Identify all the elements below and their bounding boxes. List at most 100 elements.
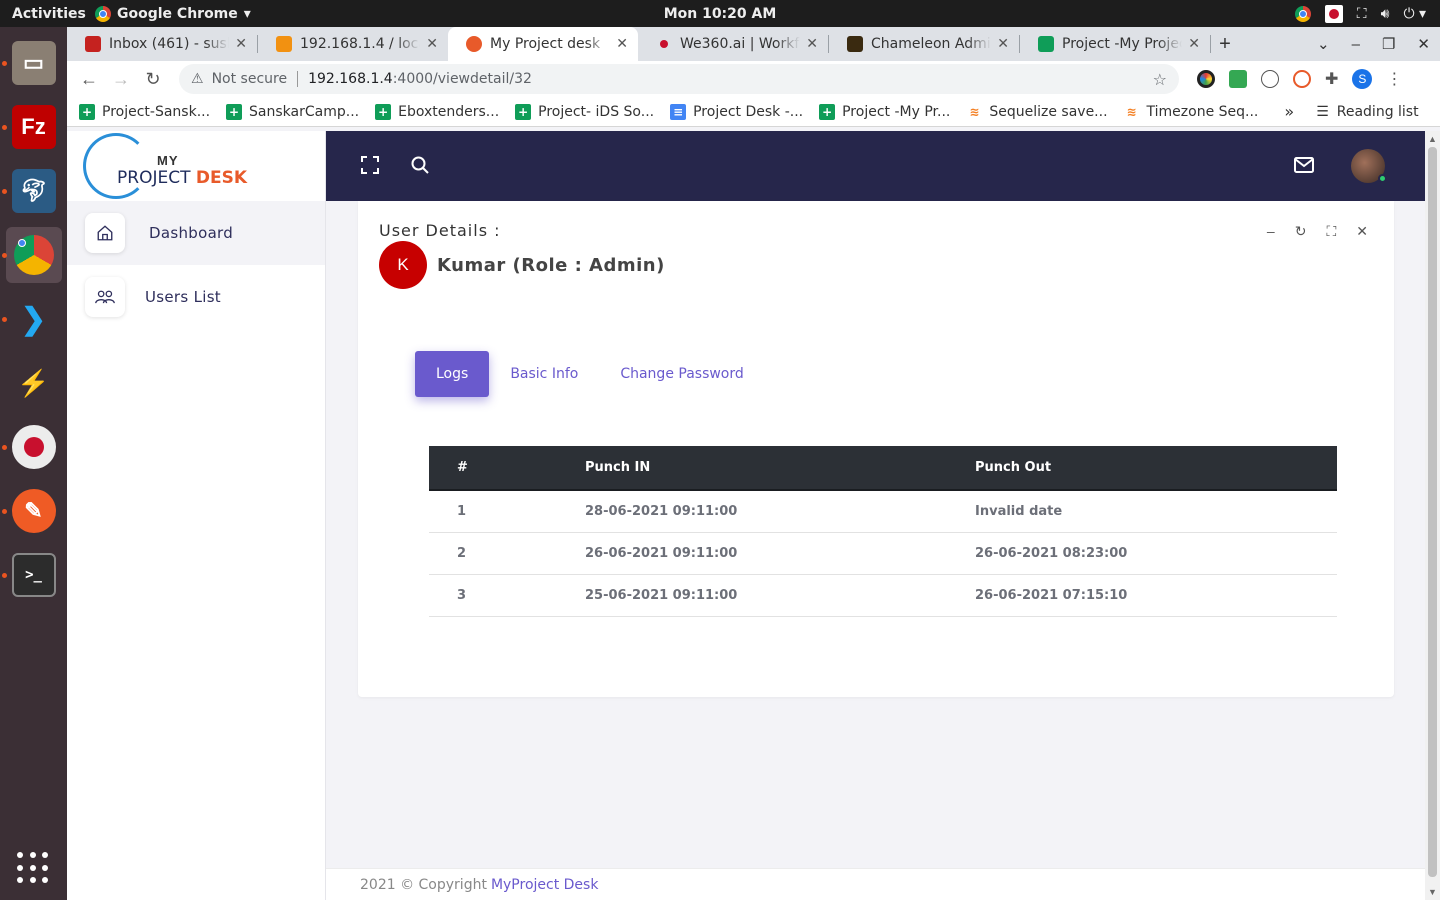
dock: ▭ Fz 🐬︎ ❯ ⚡ ✎ >_ [0, 27, 67, 900]
dock-files[interactable]: ▭ [1, 35, 62, 91]
browser-tab[interactable]: 192.168.1.4 / localh ✕ [258, 27, 448, 61]
browser-tab[interactable]: Inbox (461) - sushil ✕ [67, 27, 257, 61]
menu-kebab-icon[interactable]: ⋮ [1386, 69, 1402, 89]
recorder-tray-icon[interactable] [1324, 4, 1343, 23]
bookmark-item[interactable]: ≡ Project Desk -... [670, 103, 803, 120]
power-icon[interactable]: ⏻ ▾ [1403, 6, 1426, 22]
sidebar-item-label: Users List [145, 288, 221, 306]
header-actions [1293, 149, 1387, 183]
close-window-icon[interactable]: ✕ [1417, 35, 1430, 53]
minimize-card-icon[interactable]: – [1267, 223, 1275, 240]
minimize-icon[interactable]: – [1352, 36, 1360, 53]
close-tab-icon[interactable]: ✕ [997, 36, 1009, 52]
close-tab-icon[interactable]: ✕ [1188, 36, 1200, 52]
browser-tab[interactable]: Chameleon Admin ✕ [829, 27, 1019, 61]
reading-list-button[interactable]: ☰ Reading list [1316, 104, 1418, 120]
security-status[interactable]: Not secure [212, 71, 288, 87]
footer-brand-link[interactable]: MyProject Desk [491, 877, 599, 893]
close-card-icon[interactable]: ✕ [1356, 223, 1368, 240]
scrollbar-thumb[interactable] [1428, 147, 1437, 877]
dock-vscode[interactable]: ❯ [1, 291, 62, 347]
sheets-icon: + [375, 103, 392, 120]
project-desk-icon [466, 36, 482, 52]
bookmark-item[interactable]: + Eboxtenders... [375, 103, 500, 120]
puzzle-extensions-icon[interactable]: ✚ [1325, 69, 1338, 89]
volume-icon[interactable]: 🔊︎ [1381, 6, 1390, 22]
bookmark-star-icon[interactable]: ☆ [1153, 70, 1167, 89]
tab-basic-info[interactable]: Basic Info [489, 351, 599, 397]
refresh-card-icon[interactable]: ↻ [1295, 223, 1307, 240]
reading-list-label: Reading list [1336, 103, 1419, 120]
dock-postman[interactable]: ✎ [1, 483, 62, 539]
bookmark-item[interactable]: ≋ Timezone Seq... [1124, 104, 1259, 120]
url-host: 192.168.1.4 [308, 71, 393, 87]
page-scrollbar[interactable]: ▲ ▼ [1425, 131, 1440, 900]
tab-search-icon[interactable]: ⌄ [1317, 35, 1330, 53]
running-indicator [1, 317, 7, 322]
dock-filezilla[interactable]: Fz [1, 99, 62, 155]
mail-icon[interactable] [1293, 156, 1315, 177]
cell-punch-out: Invalid date [947, 490, 1337, 533]
users-icon [85, 277, 125, 317]
color-picker-extension-icon[interactable] [1197, 70, 1215, 88]
column-header-index: # [429, 446, 557, 491]
fullscreen-icon[interactable] [360, 155, 380, 178]
bookmark-item[interactable]: + SanskarCamp... [226, 103, 359, 120]
activities-button[interactable]: Activities [0, 6, 95, 22]
running-indicator [1, 125, 7, 130]
network-icon[interactable]: ⛶ [1357, 6, 1367, 22]
copyright-text: 2021 © Copyright [360, 876, 487, 893]
dock-recorder[interactable] [1, 419, 62, 475]
close-tab-icon[interactable]: ✕ [806, 36, 818, 52]
chrome-logo [13, 235, 54, 275]
close-tab-icon[interactable]: ✕ [616, 36, 628, 52]
bookmark-item[interactable]: + Project -My Pr... [819, 103, 950, 120]
browser-tab-active[interactable]: My Project desk ✕ [448, 27, 638, 61]
bookmark-label: Eboxtenders... [398, 103, 500, 120]
tab-change-password[interactable]: Change Password [599, 351, 764, 397]
url-path: :4000/viewdetail/32 [392, 71, 532, 87]
reload-icon[interactable]: ↻ [137, 69, 169, 90]
profile-avatar[interactable]: S [1352, 69, 1373, 89]
dock-mysql-workbench[interactable]: 🐬︎ [1, 163, 62, 219]
back-arrow-icon[interactable]: ← [73, 69, 105, 90]
chrome-tray-icon[interactable] [1294, 5, 1311, 22]
dock-chrome[interactable] [1, 227, 62, 283]
bookmark-label: Project-Sansk... [102, 103, 211, 120]
browser-tab[interactable]: We360.ai | Workfo ✕ [638, 27, 828, 61]
bookmark-item[interactable]: + Project-Sansk... [79, 103, 211, 120]
app-menu[interactable]: Google Chrome ▾ [95, 5, 251, 22]
table-row: 3 25-06-2021 09:11:00 26-06-2021 07:15:1… [429, 574, 1337, 617]
json-viewer-extension-icon[interactable] [1261, 70, 1279, 88]
project-extension-icon[interactable] [1293, 70, 1311, 88]
download-extension-icon[interactable] [1229, 70, 1247, 88]
bookmark-item[interactable]: + Project- iDS So... [515, 103, 654, 120]
scroll-up-icon[interactable]: ▲ [1428, 134, 1437, 144]
forward-arrow-icon[interactable]: → [105, 69, 137, 90]
dock-network-tool[interactable]: ⚡ [6, 355, 62, 411]
tab-logs[interactable]: Logs [415, 351, 490, 397]
expand-card-icon[interactable]: ⛶ [1326, 223, 1336, 240]
user-avatar[interactable] [1351, 149, 1387, 183]
sidebar-item-users-list[interactable]: Users List [67, 265, 325, 329]
search-icon[interactable] [410, 155, 430, 178]
sidebar-item-dashboard[interactable]: Dashboard [67, 201, 325, 265]
stackoverflow-icon: ≋ [969, 104, 980, 119]
docs-icon: ≡ [670, 103, 687, 120]
new-tab-button[interactable]: + [1211, 33, 1239, 56]
system-tray[interactable]: ⛶ 🔊︎ ⏻ ▾ [1294, 0, 1426, 27]
show-applications-icon[interactable] [17, 852, 49, 884]
dock-terminal[interactable]: >_ [1, 547, 62, 603]
close-tab-icon[interactable]: ✕ [235, 36, 247, 52]
warning-icon[interactable]: ⚠ [191, 71, 204, 87]
bookmark-item[interactable]: ≋ Sequelize save... [966, 104, 1107, 120]
app-logo[interactable]: MY PROJECT DESK [67, 131, 325, 201]
close-tab-icon[interactable]: ✕ [426, 36, 438, 52]
address-bar[interactable]: ⚠ Not secure 192.168.1.4:4000/viewdetail… [179, 64, 1179, 94]
browser-tab[interactable]: Project -My Project ✕ [1020, 27, 1210, 61]
maximize-icon[interactable]: ❐ [1382, 35, 1395, 53]
postman-icon: ✎ [11, 489, 56, 533]
scroll-down-icon[interactable]: ▼ [1428, 887, 1437, 897]
logo-clock-icon [83, 133, 149, 199]
more-bookmarks-button[interactable]: » [1284, 102, 1294, 121]
